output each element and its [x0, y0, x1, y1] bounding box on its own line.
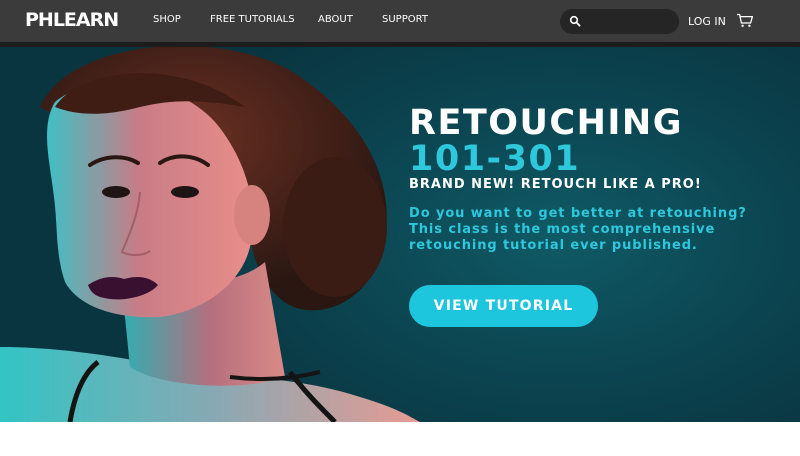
nav-link-support[interactable]: SUPPORT [382, 14, 428, 25]
nav-link-free-tutorials[interactable]: FREE TUTORIALS [210, 14, 295, 25]
nav-link-shop[interactable]: SHOP [153, 14, 181, 25]
view-tutorial-button[interactable]: VIEW TUTORIAL [409, 285, 598, 327]
cart-icon[interactable] [736, 13, 754, 28]
hero-description-line: retouching tutorial ever published. [409, 238, 698, 253]
nav-link-about[interactable]: ABOUT [318, 14, 353, 25]
top-navbar: PHLEARN SHOP FREE TUTORIALS ABOUT SUPPOR… [0, 0, 800, 42]
hero-description-line: This class is the most comprehensive [409, 222, 716, 237]
search-box[interactable] [560, 9, 679, 34]
page-content-area [0, 422, 800, 456]
search-icon[interactable] [569, 15, 581, 27]
hero-title-accent: 101-301 [409, 139, 581, 179]
hero-description: Do you want to get better at retouching?… [409, 206, 794, 254]
hero-title: RETOUCHING [409, 103, 683, 143]
hero-subtitle: BRAND NEW! RETOUCH LIKE A PRO! [409, 177, 702, 192]
login-link[interactable]: LOG IN [688, 15, 726, 28]
hero-description-line: Do you want to get better at retouching? [409, 206, 747, 221]
phlearn-logo[interactable]: PHLEARN [25, 9, 119, 31]
search-input[interactable] [584, 13, 672, 30]
